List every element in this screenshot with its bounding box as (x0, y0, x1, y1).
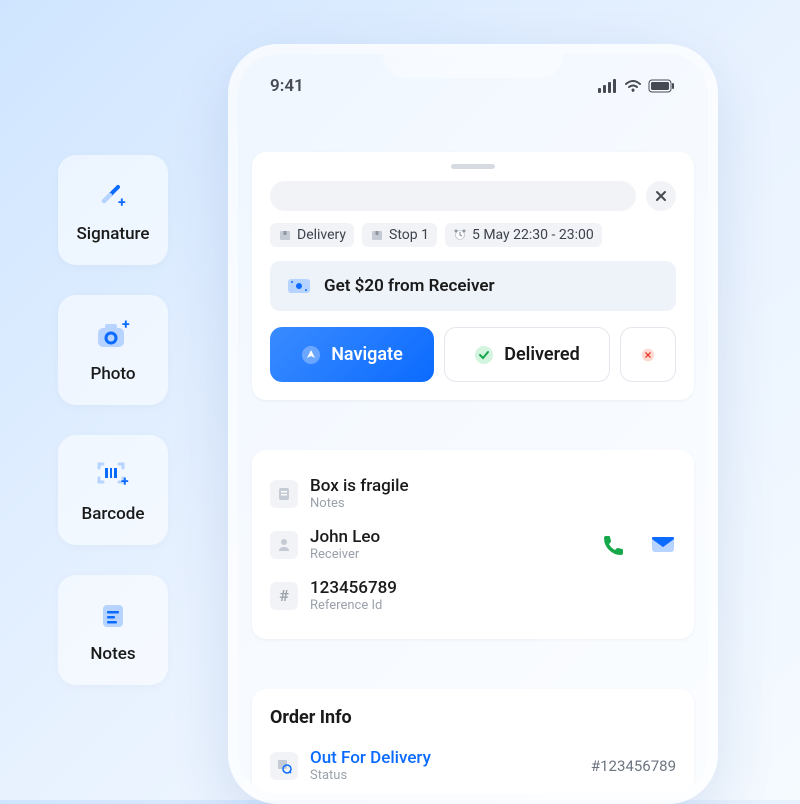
status-time: 9:41 (270, 76, 304, 96)
package-icon (370, 228, 384, 242)
clock-icon (453, 228, 467, 242)
close-icon (655, 190, 667, 202)
navigate-button[interactable]: Navigate (270, 327, 434, 382)
delivered-button[interactable]: Delivered (444, 327, 610, 382)
payment-alert[interactable]: Get $20 from Receiver (270, 261, 676, 311)
svg-text:+: + (122, 319, 130, 333)
close-button[interactable] (646, 181, 676, 211)
money-icon (286, 275, 312, 297)
signature-label: Signature (77, 224, 150, 244)
notes-label: Notes (310, 496, 409, 511)
status-label: Status (310, 768, 431, 783)
note-icon (270, 480, 298, 508)
barcode-tile[interactable]: + Barcode (58, 435, 168, 545)
details-card: Box is fragile Notes John Leo Receiver #… (252, 450, 694, 639)
signature-tile[interactable]: + Signature (58, 155, 168, 265)
chip-time-label: 5 May 22:30 - 23:00 (472, 227, 594, 243)
reference-value: 123456789 (310, 578, 397, 598)
barcode-icon: + (93, 456, 133, 496)
notch (383, 44, 563, 78)
package-icon (278, 228, 292, 242)
battery-icon (648, 79, 676, 93)
svg-text:+: + (118, 195, 126, 211)
chip-stop[interactable]: Stop 1 (362, 223, 437, 247)
photo-tile[interactable]: + Photo (58, 295, 168, 405)
mail-icon[interactable] (650, 533, 676, 555)
receiver-value: John Leo (310, 527, 380, 547)
signature-icon: + (93, 176, 133, 216)
barcode-label: Barcode (82, 504, 145, 524)
navigate-icon (301, 345, 321, 365)
cellular-icon (598, 79, 618, 93)
check-icon (474, 345, 494, 365)
search-input[interactable] (270, 181, 636, 211)
photo-label: Photo (90, 364, 135, 384)
chip-delivery[interactable]: Delivery (270, 223, 354, 247)
order-info-title: Order Info (270, 707, 676, 728)
notes-icon (93, 596, 133, 636)
chip-stop-label: Stop 1 (389, 227, 429, 243)
person-icon (270, 531, 298, 559)
receiver-label: Receiver (310, 547, 380, 562)
status-icon (270, 752, 298, 780)
notes-row[interactable]: Box is fragile Notes (270, 468, 676, 519)
order-ref: #123456789 (591, 757, 676, 775)
chip-time[interactable]: 5 May 22:30 - 23:00 (445, 223, 602, 247)
status-value: Out For Delivery (310, 748, 431, 768)
payment-alert-text: Get $20 from Receiver (324, 276, 495, 296)
phone-frame: 9:41 Delivery Stop 1 5 May (228, 44, 718, 804)
reference-label: Reference Id (310, 598, 397, 613)
wifi-icon (624, 79, 642, 93)
photo-icon: + (93, 316, 133, 356)
notes-label: Notes (90, 644, 135, 664)
phone-icon[interactable] (600, 533, 624, 557)
order-info-card: Order Info Out For Delivery Status #1234… (252, 689, 694, 804)
cancel-button[interactable] (620, 327, 676, 382)
notes-value: Box is fragile (310, 476, 409, 496)
main-card: Delivery Stop 1 5 May 22:30 - 23:00 Get … (252, 152, 694, 400)
drag-handle[interactable] (451, 164, 495, 169)
status-row[interactable]: Out For Delivery Status #123456789 (270, 740, 676, 791)
hash-icon: # (270, 582, 298, 610)
receiver-row[interactable]: John Leo Receiver (270, 519, 676, 570)
cancel-icon (641, 345, 655, 365)
service-row[interactable]: Box Service (270, 791, 676, 804)
chip-delivery-label: Delivery (297, 227, 346, 243)
navigate-label: Navigate (331, 344, 403, 365)
reference-row[interactable]: # 123456789 Reference Id (270, 570, 676, 621)
delivered-label: Delivered (504, 344, 579, 365)
notes-tile[interactable]: Notes (58, 575, 168, 685)
svg-text:+: + (121, 474, 129, 490)
